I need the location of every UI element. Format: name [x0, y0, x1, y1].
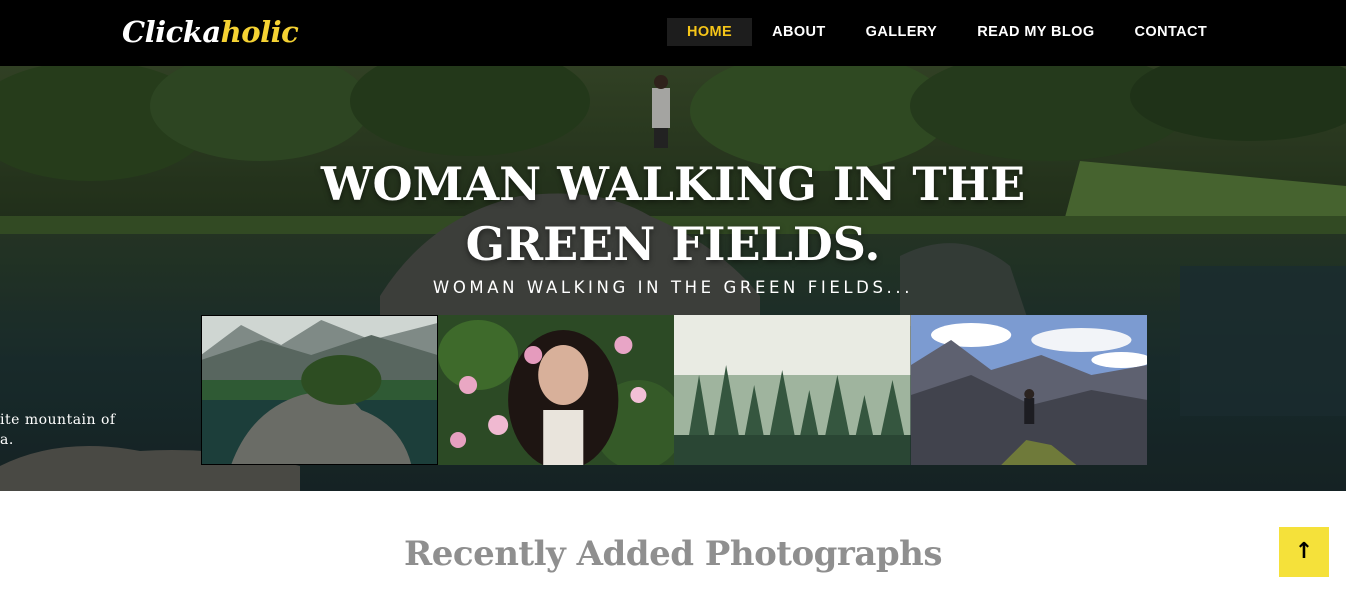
hero-slider: WOMAN WALKING IN THE GREEN FIELDS. WOMAN…: [0, 66, 1346, 491]
logo-text-part1: Clicka: [122, 15, 221, 49]
misty-forest-thumbnail[interactable]: [674, 315, 911, 465]
nav-item-contact[interactable]: CONTACT: [1115, 18, 1228, 46]
previous-slide-caption: ite mountain of a.: [0, 412, 116, 448]
nav-item-home[interactable]: HOME: [667, 18, 753, 46]
nav-item-about[interactable]: ABOUT: [752, 18, 846, 46]
scroll-to-top-button[interactable]: ↑: [1279, 527, 1329, 577]
recently-added-title: Recently Added Photographs: [403, 534, 943, 574]
navbar: Clickaholic HOME ABOUT GALLERY READ MY B…: [0, 0, 1346, 66]
arrow-up-icon: ↑: [1294, 539, 1314, 564]
nav-item-read-my-blog[interactable]: READ MY BLOG: [957, 18, 1114, 46]
main-nav: HOME ABOUT GALLERY READ MY BLOG CONTACT: [667, 18, 1227, 46]
hero-subtitle: WOMAN WALKING IN THE GREEN FIELDS...: [432, 278, 914, 297]
man-on-mountain-thumbnail[interactable]: [910, 315, 1147, 465]
hero-title: WOMAN WALKING IN THE GREEN FIELDS.: [320, 157, 1026, 271]
mountain-lake-thumbnail[interactable]: [201, 315, 438, 465]
site-logo[interactable]: Clickaholic: [122, 12, 299, 52]
slider-thumbnails: [201, 315, 1147, 465]
woman-flowers-thumbnail[interactable]: [437, 315, 674, 465]
nav-item-gallery[interactable]: GALLERY: [846, 18, 958, 46]
logo-text-part2: holic: [220, 15, 299, 49]
